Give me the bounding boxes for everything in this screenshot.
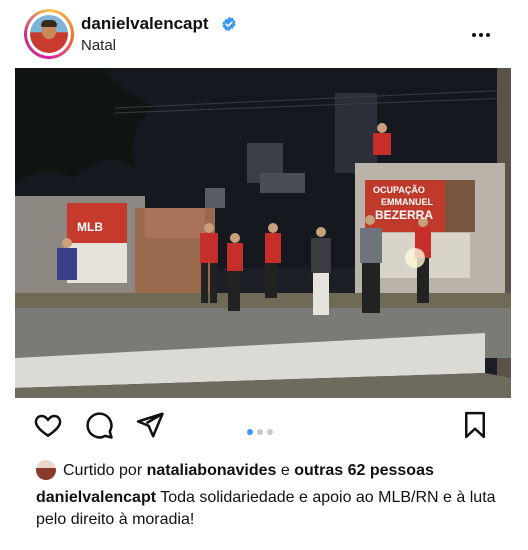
likes-row: Curtido por nataliabonavides e outras 62… bbox=[36, 460, 506, 482]
more-horizontal-icon[interactable] bbox=[472, 24, 496, 44]
banner-ocupacao-line1: OCUPAÇÃO bbox=[373, 185, 425, 195]
liker-username[interactable]: nataliabonavides bbox=[147, 462, 277, 479]
send-icon[interactable] bbox=[135, 410, 165, 440]
avatar-frame bbox=[27, 12, 71, 56]
story-ring[interactable] bbox=[24, 9, 74, 59]
banner-ocupacao-line3: BEZERRA bbox=[375, 208, 434, 222]
carousel-indicator[interactable] bbox=[247, 422, 277, 440]
banner-ocupacao-line2: EMMANUEL bbox=[381, 197, 433, 207]
likes-text[interactable]: Curtido por nataliabonavides e outras 62… bbox=[63, 462, 434, 480]
avatar-hair bbox=[41, 20, 57, 27]
likes-prefix: Curtido por bbox=[63, 462, 143, 479]
banner-mlb: MLB bbox=[77, 220, 103, 234]
bookmark-icon[interactable] bbox=[460, 410, 490, 440]
post-caption: danielvalencapt Toda solidariedade e apo… bbox=[36, 487, 496, 531]
carousel-dot bbox=[247, 429, 253, 435]
post-username[interactable]: danielvalencapt bbox=[81, 14, 209, 34]
verified-badge-icon bbox=[222, 16, 236, 32]
post-photo[interactable]: MLB OCUPAÇÃO EMMANUEL BEZERRA bbox=[15, 68, 511, 398]
caption-author[interactable]: danielvalencapt bbox=[36, 489, 156, 506]
post-header: danielvalencapt Natal bbox=[0, 0, 528, 68]
comment-icon[interactable] bbox=[84, 410, 114, 440]
avatar[interactable] bbox=[30, 15, 68, 53]
post-location[interactable]: Natal bbox=[81, 37, 116, 54]
heart-icon[interactable] bbox=[33, 410, 63, 440]
likes-connector: e bbox=[280, 462, 290, 479]
liker-avatar[interactable] bbox=[36, 460, 56, 480]
likes-others[interactable]: outras 62 pessoas bbox=[294, 462, 434, 479]
carousel-dot bbox=[257, 429, 263, 435]
carousel-dot bbox=[267, 429, 273, 435]
